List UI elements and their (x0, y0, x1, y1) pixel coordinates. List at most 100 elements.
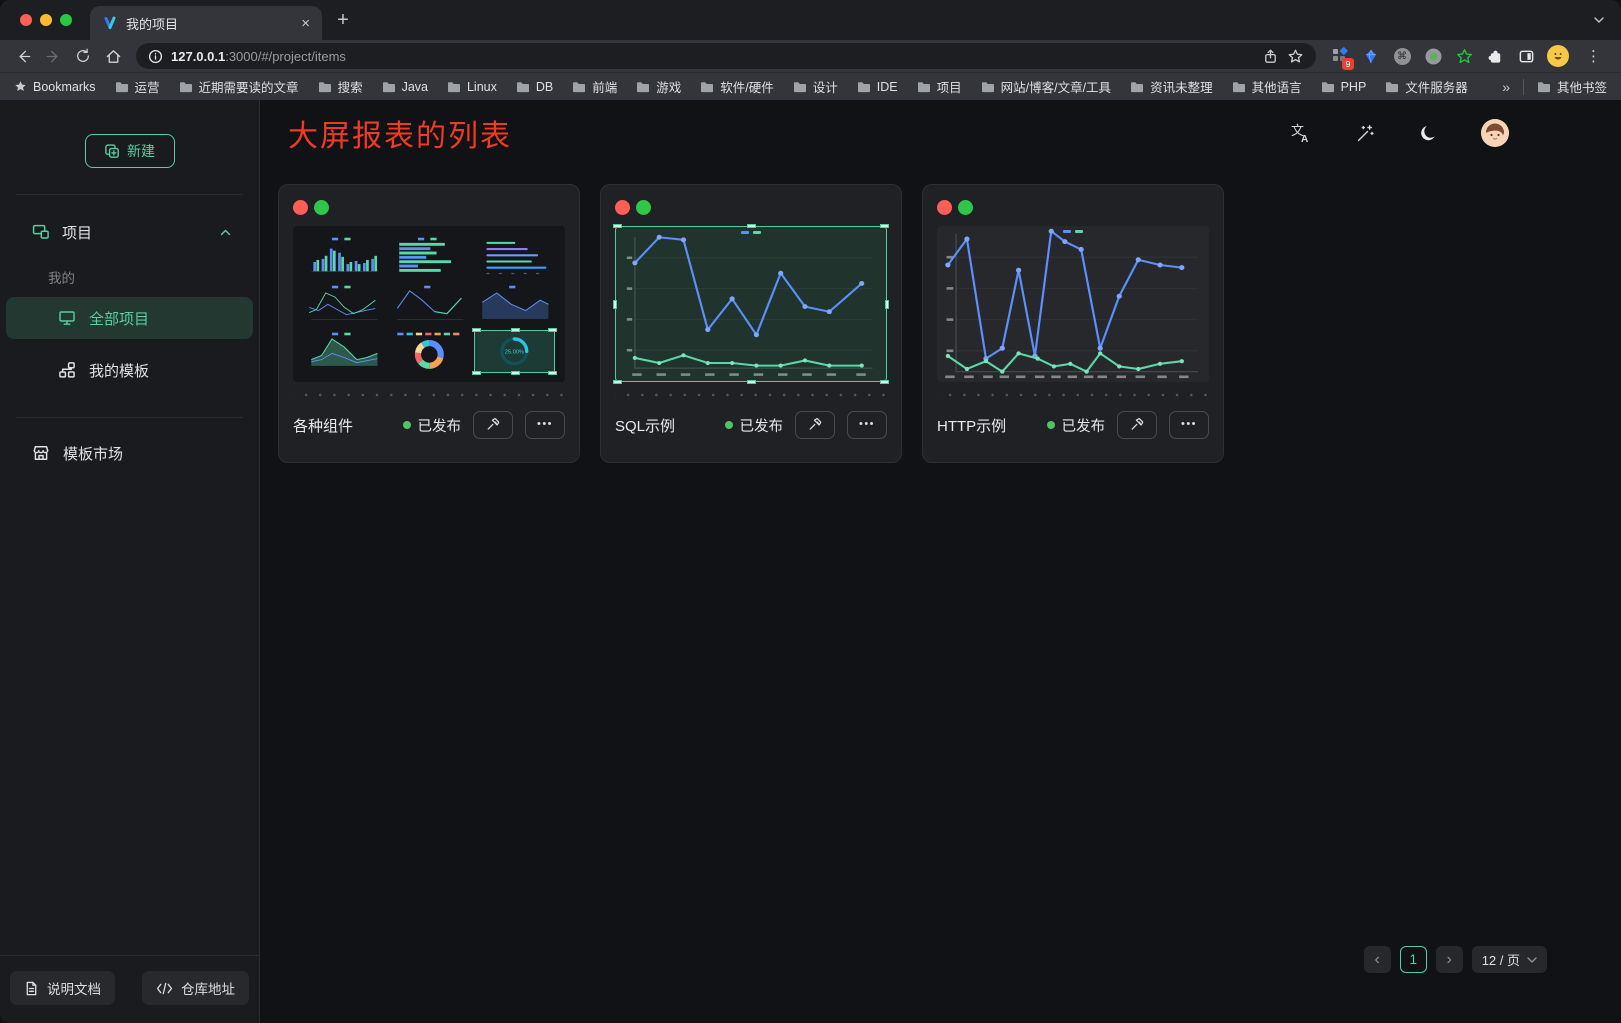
green-dot (636, 200, 651, 215)
card-preview-grid[interactable]: 25.00% (293, 226, 565, 382)
grid-extension-icon[interactable]: 9 (1330, 46, 1350, 66)
tab-search-chevron-icon[interactable] (1593, 16, 1605, 24)
bookmark-folder[interactable]: 网站/博客/文章/工具 (981, 77, 1111, 96)
other-bookmarks-label: 其他书签 (1557, 77, 1607, 96)
folder-icon (981, 81, 995, 93)
url-bar[interactable]: 127.0.0.1:3000/#/project/items (136, 43, 1316, 69)
project-card-components[interactable]: 25.00% 各种组件 已发布 ••• (278, 184, 580, 463)
card-name: HTTP示例 (937, 415, 1006, 436)
back-button[interactable] (8, 43, 38, 69)
close-window-button[interactable] (20, 14, 32, 26)
current-page-button[interactable]: 1 (1400, 946, 1427, 973)
bookmark-folder[interactable]: 近期需要读的文章 (179, 77, 299, 96)
record-extension-icon[interactable] (1423, 46, 1443, 66)
profile-avatar-smiley[interactable] (1547, 45, 1569, 67)
bookmark-folder[interactable]: 游戏 (636, 77, 681, 96)
chevron-up-icon[interactable] (220, 229, 231, 236)
bookmark-folder[interactable]: 运营 (115, 77, 160, 96)
bookmarks-root[interactable]: Bookmarks (14, 80, 96, 94)
puzzle-extension-icon[interactable] (1485, 46, 1505, 66)
selection-handle (472, 371, 481, 375)
bookmark-folder[interactable]: Linux (447, 80, 497, 94)
bookmark-folder[interactable]: 搜索 (318, 77, 363, 96)
browser-window: 我的项目 × + 127.0.0.1:3000/#/project/items (0, 0, 1621, 1023)
card-preview-selected-chart[interactable] (615, 226, 887, 382)
project-card-http[interactable]: HTTP示例 已发布 ••• (922, 184, 1224, 463)
repo-button[interactable]: 仓库地址 (142, 971, 249, 1005)
extension-icons: 9 ⌘ ⋮ (1324, 45, 1613, 67)
forward-button[interactable] (38, 43, 68, 69)
bookmark-folder[interactable]: 其他语言 (1232, 77, 1302, 96)
bookmark-star-icon[interactable] (1287, 48, 1304, 65)
sidebar-item-template-market[interactable]: 模板市场 (6, 432, 253, 474)
status-dot (403, 421, 411, 429)
card-preview-chart[interactable] (937, 226, 1209, 382)
magic-wand-icon[interactable] (1353, 122, 1375, 144)
user-avatar[interactable] (1481, 119, 1509, 147)
minimize-window-button[interactable] (40, 14, 52, 26)
bookmark-folder[interactable]: 文件服务器 (1385, 77, 1468, 96)
reload-button[interactable] (68, 43, 98, 69)
zoom-window-button[interactable] (60, 14, 72, 26)
more-actions-button[interactable]: ••• (1169, 411, 1209, 439)
folder-icon (636, 81, 650, 93)
sidebar-toggle-icon[interactable] (1516, 46, 1536, 66)
project-card-list: 25.00% 各种组件 已发布 ••• (260, 166, 1621, 463)
storefront-icon (32, 444, 50, 462)
command-extension-icon[interactable]: ⌘ (1392, 46, 1412, 66)
url-host: 127.0.0.1 (171, 49, 225, 64)
bookmark-folder[interactable]: 项目 (917, 77, 962, 96)
bookmark-folder[interactable]: 资讯未整理 (1130, 77, 1213, 96)
more-actions-button[interactable]: ••• (525, 411, 565, 439)
site-info-icon[interactable] (148, 49, 163, 64)
folder-icon (857, 81, 871, 93)
docs-button[interactable]: 说明文档 (10, 971, 115, 1005)
selection-handle (880, 380, 889, 384)
bookmark-folder-label: 软件/硬件 (720, 77, 773, 96)
sidebar-section-project[interactable]: 项目 (0, 213, 259, 251)
language-translate-icon[interactable]: 文A (1289, 122, 1311, 144)
mini-two-line-chart (303, 283, 384, 326)
more-actions-button[interactable]: ••• (847, 411, 887, 439)
prev-page-button[interactable]: ‹ (1364, 946, 1391, 973)
tab-close-icon[interactable]: × (301, 16, 310, 31)
page-size-select[interactable]: 12 / 页 (1472, 946, 1547, 973)
bookmark-folder[interactable]: Java (382, 80, 428, 94)
chevron-down-icon (1527, 957, 1537, 963)
edit-hammer-button[interactable] (1117, 411, 1157, 439)
bookmark-folder[interactable]: IDE (857, 80, 898, 94)
share-icon[interactable] (1262, 48, 1279, 65)
bookmark-folder-label: 网站/博客/文章/工具 (1001, 77, 1111, 96)
edit-hammer-button[interactable] (795, 411, 835, 439)
other-bookmarks-folder[interactable]: 其他书签 (1537, 77, 1607, 96)
bookmark-folder-label: 项目 (937, 77, 962, 96)
docs-button-label: 说明文档 (47, 978, 101, 998)
edit-hammer-button[interactable] (473, 411, 513, 439)
bookmark-folder[interactable]: 软件/硬件 (700, 77, 773, 96)
home-button[interactable] (98, 43, 128, 69)
bookmarks-overflow-chevron[interactable]: » (1502, 79, 1510, 95)
bookmark-folder[interactable]: 前端 (572, 77, 617, 96)
bookmark-folder[interactable]: 设计 (793, 77, 838, 96)
mini-ring-progress-selected[interactable]: 25.00% (474, 330, 555, 373)
folder-icon (793, 81, 807, 93)
green-star-extension-icon[interactable] (1454, 46, 1474, 66)
new-tab-button[interactable]: + (328, 5, 358, 35)
mini-donut-chart (389, 330, 470, 373)
project-card-sql[interactable]: SQL示例 已发布 ••• (600, 184, 902, 463)
chrome-menu-kebab-icon[interactable]: ⋮ (1580, 47, 1607, 65)
folder-icon (1537, 81, 1551, 93)
bookmark-folder[interactable]: DB (516, 80, 553, 94)
new-project-button[interactable]: 新建 (85, 134, 175, 168)
bookmark-folder-label: 设计 (813, 77, 838, 96)
browser-tab[interactable]: 我的项目 × (90, 6, 322, 40)
selection-handle (747, 224, 756, 228)
gem-extension-icon[interactable] (1361, 46, 1381, 66)
next-page-button[interactable]: › (1436, 946, 1463, 973)
url-path: :3000/#/project/items (225, 49, 346, 64)
sidebar-item-my-templates[interactable]: 我的模板 (6, 349, 253, 391)
header-icons: 文A (1289, 119, 1509, 147)
bookmark-folder[interactable]: PHP (1321, 80, 1367, 94)
sidebar-item-all-projects[interactable]: 全部项目 (6, 297, 253, 339)
dark-mode-moon-icon[interactable] (1417, 122, 1439, 144)
